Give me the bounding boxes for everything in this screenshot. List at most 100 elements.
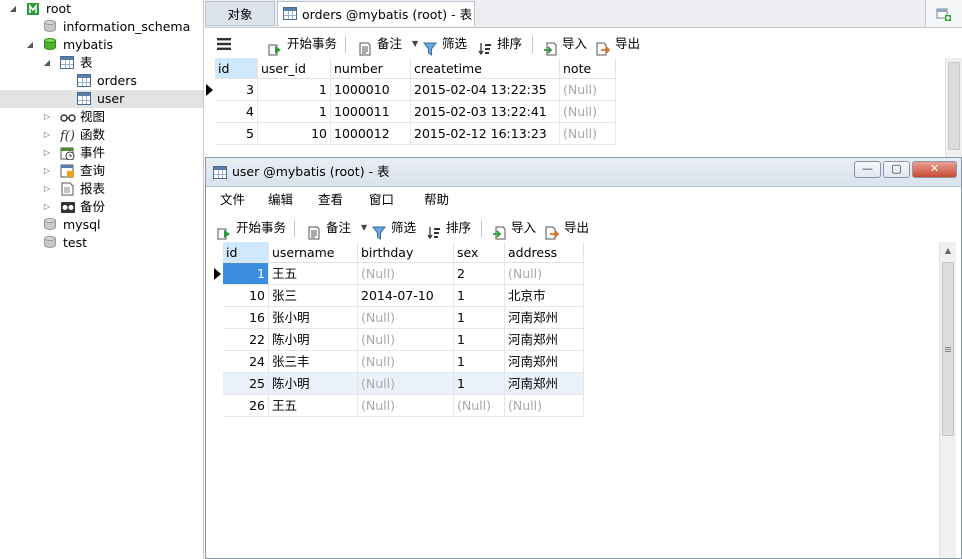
tree-item-information_schema[interactable]: information_schema [0,18,203,36]
tab-orders-table[interactable]: orders @mybatis (root) - 表 [277,1,475,26]
cell-id[interactable]: 10 [223,285,269,307]
cell-id[interactable]: 3 [215,79,258,101]
tree-item-user[interactable]: user [0,90,203,108]
cell-number[interactable]: 1000011 [331,101,411,123]
cell-id[interactable]: 25 [223,373,269,395]
cell-username[interactable]: 王五 [269,395,358,417]
scroll-up-icon[interactable]: ▲ [940,243,956,259]
cell-birthday[interactable]: 2014-07-10 [358,285,454,307]
cell-sex[interactable]: 1 [454,351,505,373]
cell-user_id[interactable]: 1 [258,101,331,123]
cell-address[interactable]: 河南郑州 [505,307,584,329]
column-header-id[interactable]: id [215,58,258,79]
cell-birthday[interactable]: (Null) [358,373,454,395]
minimize-button[interactable]: — [854,161,881,178]
collapse-arrow-icon[interactable]: ◢ [42,54,52,72]
dropdown-arrow-icon[interactable]: ▼ [412,29,418,59]
cell-address[interactable]: 河南郑州 [505,351,584,373]
expand-arrow-icon[interactable]: ▷ [42,126,52,144]
menu-button[interactable] [217,29,235,59]
tree-item-表[interactable]: ◢ 表 [0,54,203,72]
user-window-titlebar[interactable]: user @mybatis (root) - 表 — ▢ ✕ [206,158,961,187]
cell-sex[interactable]: 2 [454,263,505,285]
cell-address[interactable]: 河南郑州 [505,373,584,395]
maximize-button[interactable]: ▢ [883,161,910,178]
cell-createtime[interactable]: 2015-02-03 13:22:41 [411,101,560,123]
tree-item-root[interactable]: ◢ root [0,0,203,18]
cell-sex[interactable]: 1 [454,285,505,307]
cell-birthday[interactable]: (Null) [358,351,454,373]
user-scroll-thumb[interactable] [942,262,954,436]
cell-birthday[interactable]: (Null) [358,329,454,351]
menu-3[interactable]: 窗口 [369,187,394,213]
cell-birthday[interactable]: (Null) [358,263,454,285]
column-header-note[interactable]: note [560,58,616,79]
cell-note[interactable]: (Null) [560,79,616,101]
cell-sex[interactable]: 1 [454,373,505,395]
cell-username[interactable]: 张三丰 [269,351,358,373]
expand-arrow-icon[interactable]: ▷ [42,144,52,162]
tree-item-查询[interactable]: ▷ 查询 [0,162,203,180]
collapse-arrow-icon[interactable]: ◢ [25,36,35,54]
orders-scroll-thumb[interactable] [948,62,960,150]
cell-birthday[interactable]: (Null) [358,307,454,329]
cell-username[interactable]: 张小明 [269,307,358,329]
cell-sex[interactable]: 1 [454,307,505,329]
expand-arrow-icon[interactable]: ▷ [42,180,52,198]
collapse-arrow-icon[interactable]: ◢ [8,0,18,18]
column-header-address[interactable]: address [505,242,584,263]
navigator-tree[interactable]: ◢ root information_schema ◢ mybatis ◢ 表 orders u… [0,0,204,559]
user-vertical-scrollbar[interactable]: ▲ [939,242,956,558]
tab-corner-button[interactable] [925,0,962,27]
cell-user_id[interactable]: 1 [258,79,331,101]
column-header-number[interactable]: number [331,58,411,79]
tab-objects[interactable]: 对象 [205,1,275,26]
column-header-createtime[interactable]: createtime [411,58,560,79]
column-header-sex[interactable]: sex [454,242,505,263]
cell-id[interactable]: 16 [223,307,269,329]
cell-address[interactable]: 河南郑州 [505,329,584,351]
cell-username[interactable]: 陈小明 [269,373,358,395]
menu-1[interactable]: 编辑 [268,187,293,213]
cell-address[interactable]: (Null) [505,263,584,285]
cell-id[interactable]: 22 [223,329,269,351]
column-header-id[interactable]: id [223,242,269,263]
orders-vertical-scrollbar[interactable] [945,58,962,157]
cell-username[interactable]: 王五 [269,263,358,285]
expand-arrow-icon[interactable]: ▷ [42,108,52,126]
cell-id[interactable]: 4 [215,101,258,123]
menu-0[interactable]: 文件 [220,187,245,213]
cell-number[interactable]: 1000010 [331,79,411,101]
tree-item-test[interactable]: test [0,234,203,252]
tree-item-报表[interactable]: ▷ 报表 [0,180,203,198]
tree-item-备份[interactable]: ▷ 备份 [0,198,203,216]
cell-birthday[interactable]: (Null) [358,395,454,417]
dropdown-arrow-icon[interactable]: ▼ [361,213,367,243]
cell-note[interactable]: (Null) [560,123,616,145]
tree-item-视图[interactable]: ▷ 视图 [0,108,203,126]
cell-username[interactable]: 陈小明 [269,329,358,351]
cell-sex[interactable]: (Null) [454,395,505,417]
menu-4[interactable]: 帮助 [424,187,449,213]
cell-note[interactable]: (Null) [560,101,616,123]
cell-user_id[interactable]: 10 [258,123,331,145]
cell-address[interactable]: 北京市 [505,285,584,307]
tree-item-mybatis[interactable]: ◢ mybatis [0,36,203,54]
cell-address[interactable]: (Null) [505,395,584,417]
tree-item-函数[interactable]: ▷ f() 函数 [0,126,203,144]
column-header-username[interactable]: username [269,242,358,263]
orders-data-grid[interactable]: id user_id number createtime note 3 1 1000010 20… [205,58,945,156]
cell-createtime[interactable]: 2015-02-12 16:13:23 [411,123,560,145]
close-button[interactable]: ✕ [912,161,957,178]
cell-id[interactable]: 5 [215,123,258,145]
cell-number[interactable]: 1000012 [331,123,411,145]
tree-item-mysql[interactable]: mysql [0,216,203,234]
tree-item-事件[interactable]: ▷ 事件 [0,144,203,162]
column-header-user_id[interactable]: user_id [258,58,331,79]
cell-sex[interactable]: 1 [454,329,505,351]
expand-arrow-icon[interactable]: ▷ [42,162,52,180]
user-data-grid[interactable]: id username birthday sex address 1 王五 (Null) 2 (N… [213,242,938,558]
cell-id[interactable]: 24 [223,351,269,373]
expand-arrow-icon[interactable]: ▷ [42,198,52,216]
cell-username[interactable]: 张三 [269,285,358,307]
